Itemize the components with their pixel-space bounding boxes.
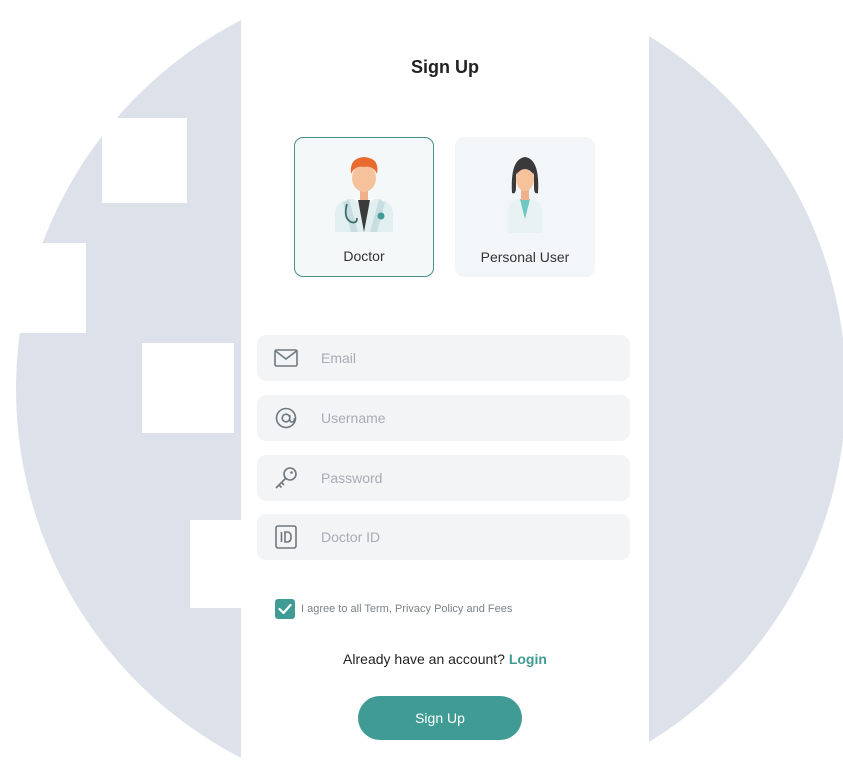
agreement-text: I agree to all Term, Privacy Policy and … (301, 603, 513, 615)
role-card-personal-user[interactable]: Personal User (455, 137, 595, 277)
doctor-id-input[interactable] (321, 529, 601, 545)
role-card-doctor[interactable]: Doctor (294, 137, 434, 277)
signup-button[interactable]: Sign Up (358, 696, 522, 740)
email-input[interactable] (321, 350, 601, 366)
signup-screen: Sign Up Doctor Personal User Email Usern… (241, 0, 649, 783)
doctor-id-field[interactable] (257, 514, 630, 560)
password-input[interactable] (321, 470, 601, 486)
doctor-avatar-icon (335, 157, 393, 232)
decorative-block (102, 118, 187, 203)
password-field[interactable] (257, 455, 630, 501)
agreement-checkbox[interactable] (275, 599, 295, 619)
agreement-row: I agree to all Term, Privacy Policy and … (275, 599, 512, 619)
id-icon (273, 524, 299, 550)
email-field[interactable] (257, 335, 630, 381)
personal-user-avatar-icon (508, 157, 542, 233)
at-icon (273, 405, 299, 431)
key-icon (273, 465, 299, 491)
mail-icon (273, 345, 299, 371)
decorative-block (142, 343, 234, 433)
page-title: Sign Up (411, 57, 479, 77)
decorative-block (0, 243, 86, 333)
username-field[interactable] (257, 395, 630, 441)
login-link[interactable]: Login (509, 651, 547, 667)
username-input[interactable] (321, 410, 601, 426)
login-prompt: Already have an account? Login (241, 651, 649, 667)
login-prompt-text: Already have an account? (343, 651, 505, 667)
role-label-doctor: Doctor (343, 248, 385, 264)
role-label-personal-user: Personal User (480, 249, 570, 265)
checkmark-icon (278, 603, 292, 615)
